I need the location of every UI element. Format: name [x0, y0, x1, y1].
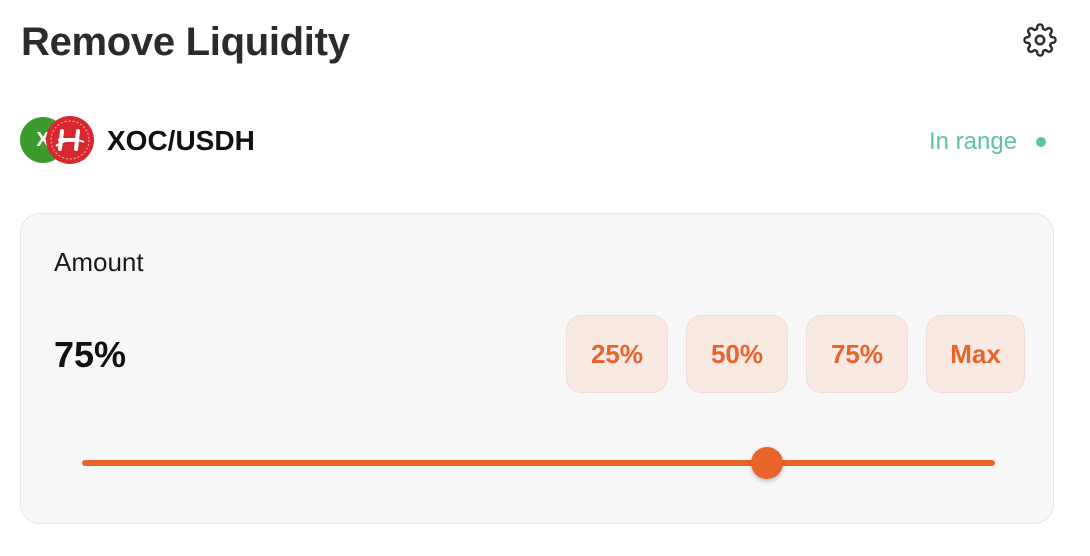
- amount-card: Amount 75% 25% 50% 75% Max: [20, 213, 1054, 524]
- status-dot-icon: [1036, 137, 1047, 147]
- preset-max-button[interactable]: Max: [926, 315, 1025, 393]
- slider-track[interactable]: [82, 460, 995, 466]
- range-status: In range: [929, 124, 1047, 160]
- usdh-token-icon: [46, 116, 94, 164]
- settings-button[interactable]: [1018, 20, 1062, 64]
- preset-buttons: 25% 50% 75% Max: [566, 315, 1025, 393]
- pair-row: X XOC/USDH: [20, 116, 255, 166]
- slider-thumb[interactable]: [750, 447, 783, 479]
- amount-slider[interactable]: [82, 447, 995, 479]
- preset-25-button[interactable]: 25%: [566, 315, 668, 393]
- preset-50-button[interactable]: 50%: [686, 315, 788, 393]
- remove-liquidity-panel: Remove Liquidity X XOC/USDH In range Amo…: [0, 0, 1090, 556]
- amount-value: 75%: [54, 334, 127, 375]
- pair-name: XOC/USDH: [107, 125, 255, 156]
- token-pair-icons: X: [20, 116, 94, 166]
- page-title: Remove Liquidity: [21, 20, 350, 64]
- gear-icon: [1023, 22, 1057, 62]
- amount-label: Amount: [54, 247, 144, 277]
- preset-75-button[interactable]: 75%: [806, 315, 908, 393]
- range-status-label: In range: [929, 128, 1018, 155]
